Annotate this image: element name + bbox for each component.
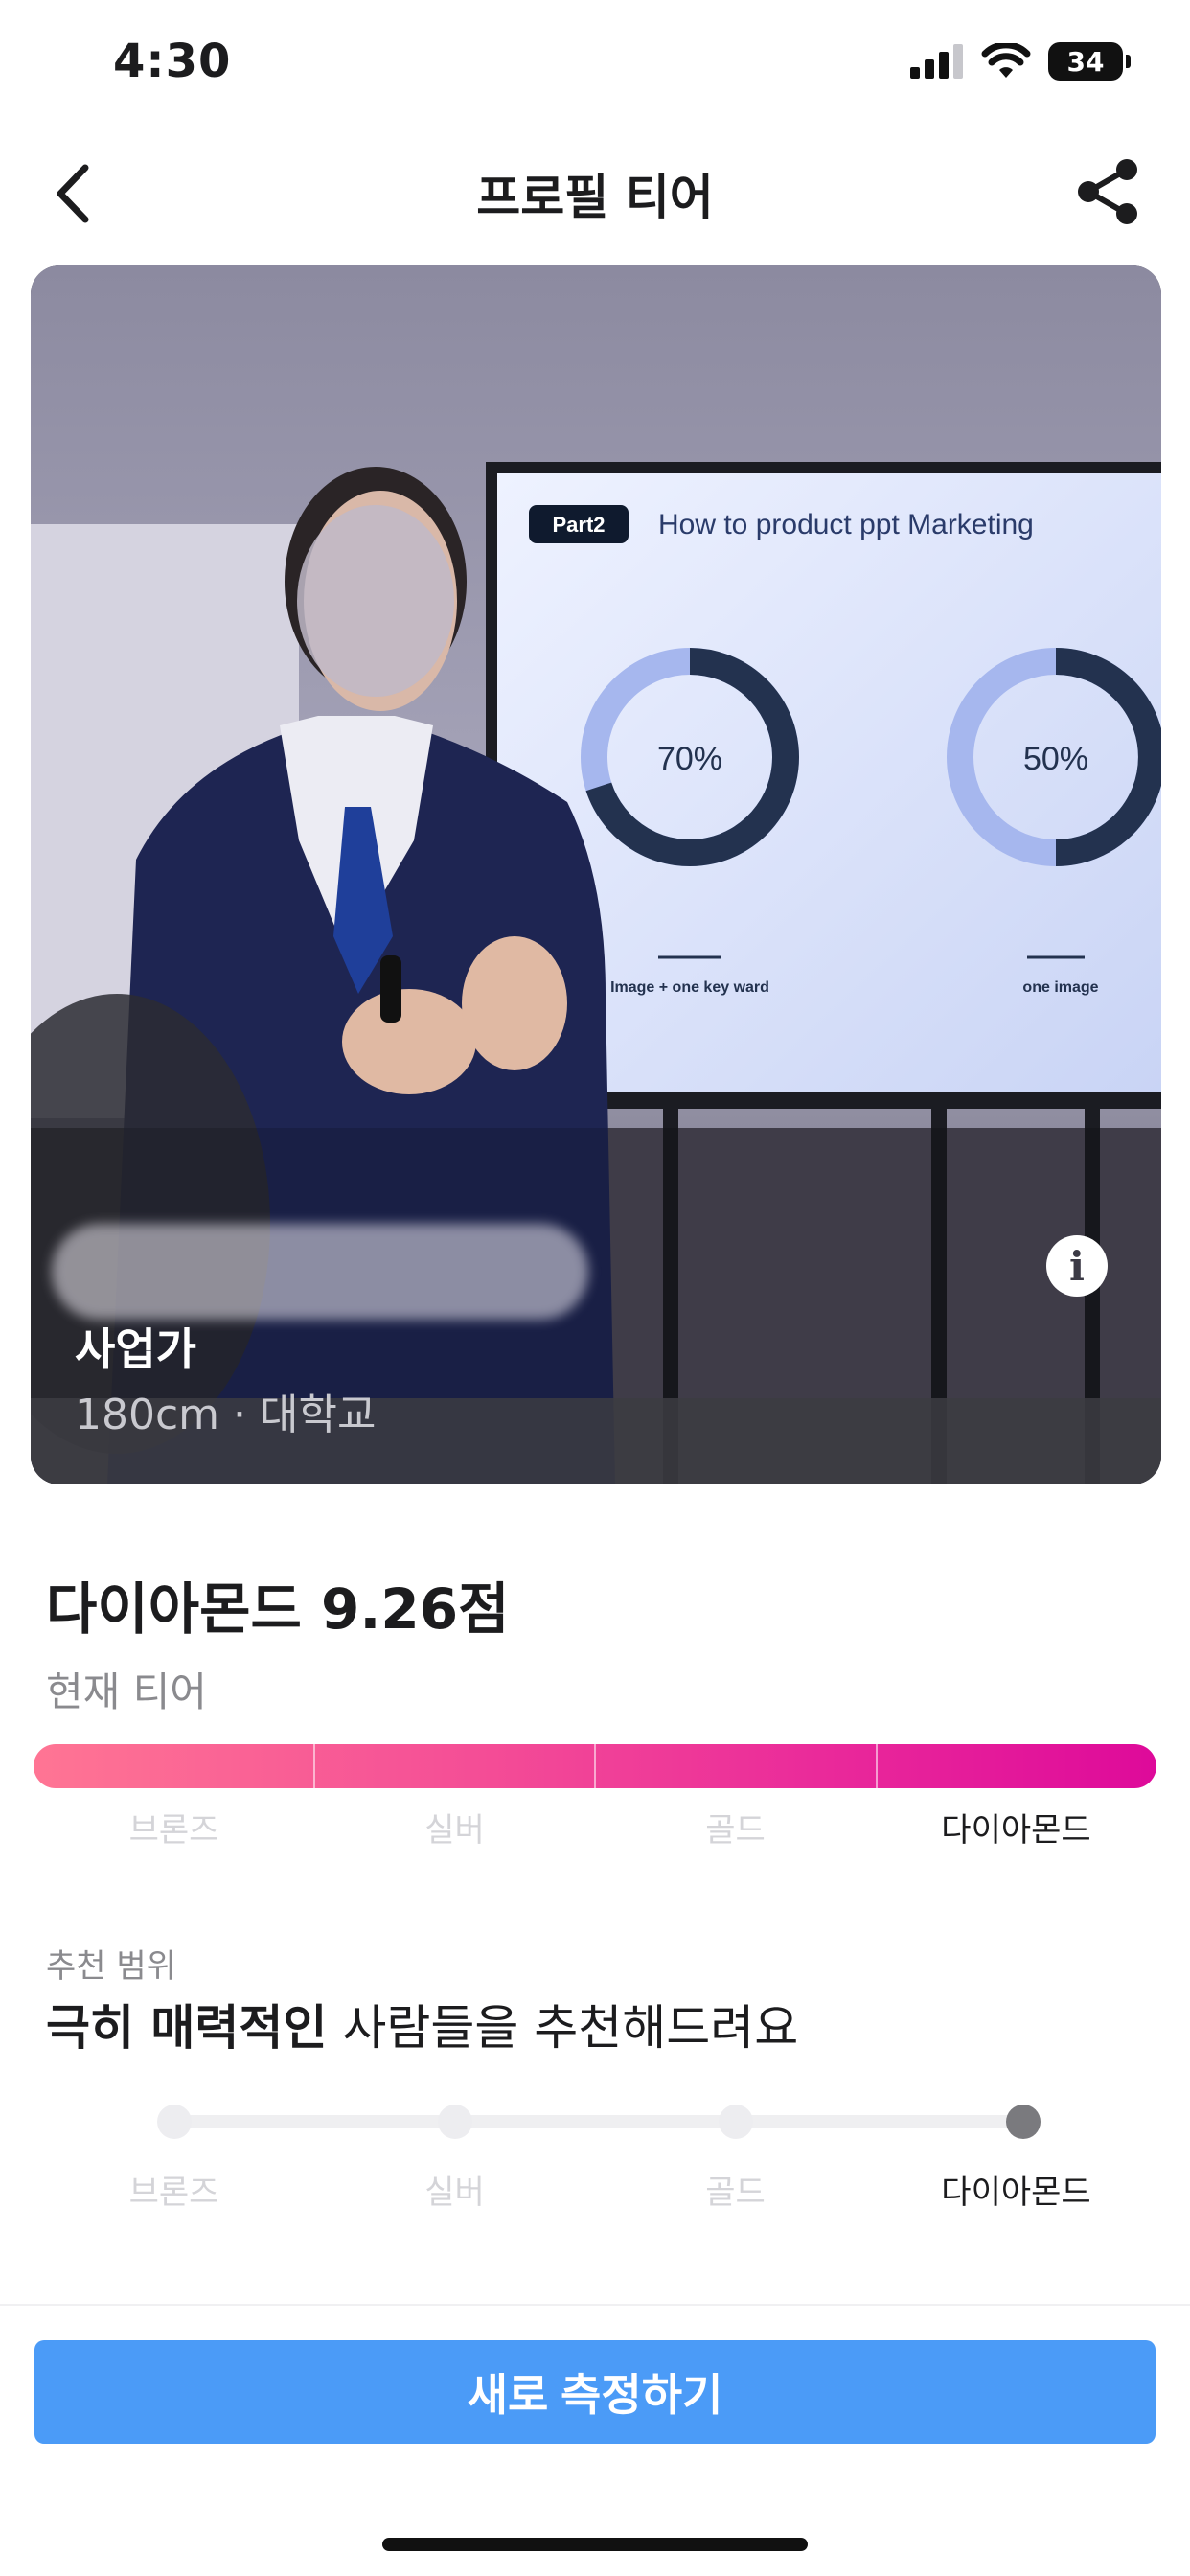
recommendation-emphasis: 극히 매력적인 [46, 2000, 328, 2056]
signal-icon [910, 44, 963, 79]
tier-segment-gold [596, 1744, 878, 1788]
info-icon[interactable]: i [1046, 1235, 1108, 1297]
bottom-divider [0, 2304, 1190, 2306]
range-tier-labels: 브론즈 실버 골드 다이아몬드 [34, 2166, 1156, 2213]
slide-donut-1-label: 70% [657, 741, 722, 777]
tier-label-bronze: 브론즈 [128, 1811, 219, 1850]
status-icons: 34 [910, 42, 1131, 80]
share-icon [1078, 159, 1137, 224]
slide-donut-1-caption: Image + one key ward [610, 979, 769, 996]
share-button[interactable] [1067, 151, 1148, 232]
tier-labels: 브론즈 실버 골드 다이아몬드 [34, 1804, 1156, 1851]
range-dot-bronze[interactable] [157, 2104, 192, 2139]
range-label-gold: 골드 [705, 2174, 766, 2212]
blurred-name-area [52, 1224, 588, 1320]
recommendation-range-track [173, 2115, 1022, 2128]
slide-tag: Part2 [552, 513, 605, 537]
range-label-bronze: 브론즈 [128, 2174, 219, 2212]
page-title: 프로필 티어 [476, 170, 714, 225]
recommendation-rest: 사람들을 추천해드려요 [327, 2000, 799, 2056]
tier-label-silver: 실버 [424, 1811, 485, 1850]
tier-label-diamond: 다이아몬드 [941, 1811, 1091, 1850]
slide-donut-2-label: 50% [1023, 741, 1088, 777]
tier-score-title: 다이아몬드 9.26점 [46, 1576, 510, 1642]
status-time: 4:30 [113, 34, 232, 88]
profile-details: 180cm · 대학교 [75, 1391, 377, 1439]
tier-progress-bar [34, 1744, 1156, 1788]
range-dot-silver[interactable] [438, 2104, 472, 2139]
remeasure-button[interactable]: 새로 측정하기 [34, 2340, 1156, 2444]
slide-heading: How to product ppt Marketing [658, 509, 1034, 540]
tier-segment-diamond [878, 1744, 1157, 1788]
slide-donut-2-caption: one image [1022, 979, 1098, 996]
recommendation-text: 극히 매력적인 사람들을 추천해드려요 [46, 1990, 798, 2058]
home-indicator [382, 2538, 808, 2551]
profile-photo-card[interactable]: Part2 How to product ppt Marketing 70% I… [31, 265, 1161, 1484]
range-label-silver: 실버 [424, 2174, 485, 2212]
tier-label-gold: 골드 [705, 1811, 766, 1850]
status-bar: 4:30 34 [0, 0, 1190, 134]
navigation-bar: 프로필 티어 [0, 134, 1190, 261]
range-dot-gold[interactable] [719, 2104, 753, 2139]
tier-segment-bronze [34, 1744, 315, 1788]
tier-score-subtitle: 현재 티어 [46, 1668, 207, 1715]
tier-segment-silver [315, 1744, 596, 1788]
range-label-diamond: 다이아몬드 [941, 2174, 1091, 2212]
battery-icon: 34 [1048, 42, 1131, 80]
range-dot-diamond[interactable] [1006, 2104, 1041, 2139]
recommendation-label: 추천 범위 [46, 1947, 176, 1986]
wifi-icon [981, 43, 1031, 78]
profile-occupation: 사업가 [75, 1323, 196, 1375]
